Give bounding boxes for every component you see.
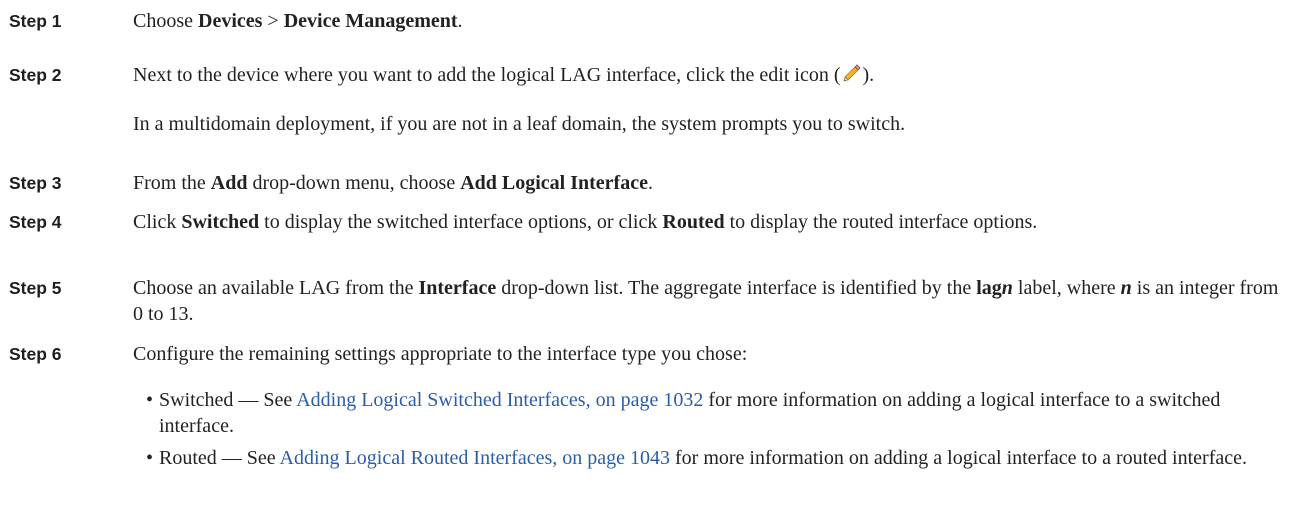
text: Next to the device where you want to add… — [133, 64, 841, 86]
step-body: Choose Devices > Device Management. — [133, 8, 1283, 34]
text: Choose an available LAG from the — [133, 277, 419, 299]
step-label: Step 5 — [9, 278, 62, 298]
menu-add: Add — [210, 172, 248, 194]
text: drop-down list. The aggregate interface … — [496, 277, 977, 299]
step-body: Choose an available LAG from the Interfa… — [133, 275, 1283, 327]
link-adding-logical-switched-interfaces[interactable]: Adding Logical Switched Interfaces, on p… — [296, 389, 703, 411]
text: Choose — [133, 10, 198, 32]
label-lag: lag — [976, 277, 1002, 299]
menu-add-logical-interface: Add Logical Interface — [460, 172, 648, 194]
step-label: Step 6 — [9, 344, 62, 364]
step-text: From the Add drop-down menu, choose Add … — [133, 170, 1283, 196]
text: to display the switched interface option… — [259, 211, 663, 233]
list-item: Routed — See Adding Logical Routed Inter… — [133, 445, 1283, 471]
text: Routed — See — [159, 447, 280, 469]
text: > — [262, 10, 284, 32]
procedure-document: Step 1 Choose Devices > Device Managemen… — [0, 0, 1305, 525]
text: for more information on adding a logical… — [670, 447, 1247, 469]
step-body: From the Add drop-down menu, choose Add … — [133, 170, 1283, 196]
step-label: Step 1 — [9, 11, 62, 31]
field-interface: Interface — [418, 277, 497, 299]
step-text: Next to the device where you want to add… — [133, 62, 1283, 91]
link-adding-logical-routed-interfaces[interactable]: Adding Logical Routed Interfaces, on pag… — [280, 447, 670, 469]
text: . — [457, 10, 463, 32]
step-text: Click Switched to display the switched i… — [133, 209, 1283, 235]
text: to display the routed interface options. — [724, 211, 1038, 233]
step-label: Step 3 — [9, 173, 62, 193]
text: . — [647, 172, 653, 194]
pencil-edit-icon — [841, 62, 863, 91]
text: drop-down menu, choose — [247, 172, 461, 194]
variable-n: n — [1120, 277, 1132, 299]
list-item: Switched — See Adding Logical Switched I… — [133, 387, 1283, 439]
option-switched: Switched — [181, 211, 260, 233]
bullet-list: Switched — See Adding Logical Switched I… — [133, 387, 1283, 471]
variable-n: n — [1001, 277, 1013, 299]
step-text: Choose an available LAG from the Interfa… — [133, 275, 1283, 327]
text: label, where — [1012, 277, 1121, 299]
menu-devices: Devices — [198, 10, 263, 32]
text: From the — [133, 172, 211, 194]
step-body: Next to the device where you want to add… — [133, 62, 1283, 137]
option-routed: Routed — [662, 211, 725, 233]
text: ). — [862, 64, 875, 86]
step-text: Configure the remaining settings appropr… — [133, 343, 748, 365]
step-note: In a multidomain deployment, if you are … — [133, 113, 906, 135]
text: Switched — See — [159, 389, 297, 411]
step-body: Configure the remaining settings appropr… — [133, 341, 1283, 477]
step-text: Choose Devices > Device Management. — [133, 8, 1283, 34]
text: Click — [133, 211, 182, 233]
step-label: Step 2 — [9, 65, 62, 85]
step-body: Click Switched to display the switched i… — [133, 209, 1283, 235]
step-label: Step 4 — [9, 212, 62, 232]
menu-device-management: Device Management — [283, 10, 458, 32]
